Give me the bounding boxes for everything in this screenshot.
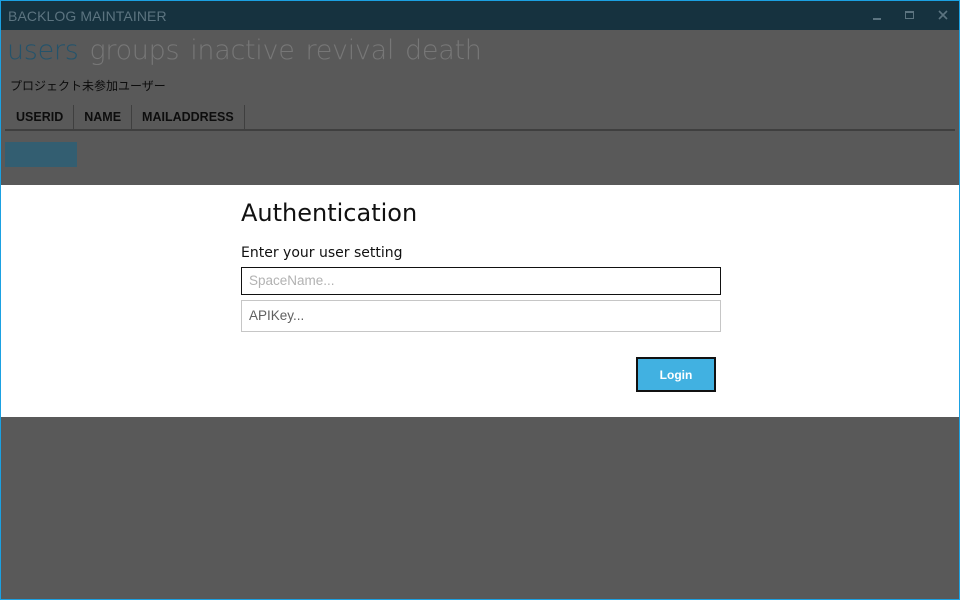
nav-inactive[interactable]: inactive (190, 33, 295, 69)
title-bar[interactable]: BACKLOG MAINTAINER (1, 1, 959, 30)
dialog-title: Authentication (241, 199, 418, 227)
maximize-icon (904, 11, 914, 19)
nav-users[interactable]: users (7, 33, 79, 69)
close-button[interactable] (929, 4, 957, 26)
maximize-button[interactable] (895, 4, 923, 26)
nav-revival[interactable]: revival (306, 33, 395, 69)
nav-groups[interactable]: groups (89, 33, 179, 69)
login-button[interactable]: Login (636, 357, 716, 392)
column-header-mailaddress[interactable]: MAILADDRESS (132, 105, 245, 129)
app-window: BACKLOG MAINTAINER users groups inactive… (0, 0, 960, 600)
authentication-dialog: Authentication Enter your user setting S… (1, 185, 959, 417)
dialog-subtitle: Enter your user setting (241, 245, 403, 261)
column-header-userid[interactable]: USERID (5, 105, 75, 129)
section-subtitle: プロジェクト未参加ユーザー (10, 79, 166, 93)
api-key-input[interactable]: APIKey... (241, 300, 721, 332)
space-name-input[interactable]: SpaceName... (241, 267, 721, 295)
action-button[interactable] (5, 142, 77, 167)
nav-death[interactable]: death (405, 33, 482, 69)
column-header-name[interactable]: NAME (74, 105, 133, 129)
window-title: BACKLOG MAINTAINER (8, 8, 167, 24)
table-header: USERID NAME MAILADDRESS (5, 105, 955, 131)
close-icon (938, 10, 948, 20)
minimize-button[interactable] (863, 4, 891, 26)
pivot-nav: users groups inactive revival death (7, 33, 493, 69)
minimize-icon (873, 18, 881, 20)
